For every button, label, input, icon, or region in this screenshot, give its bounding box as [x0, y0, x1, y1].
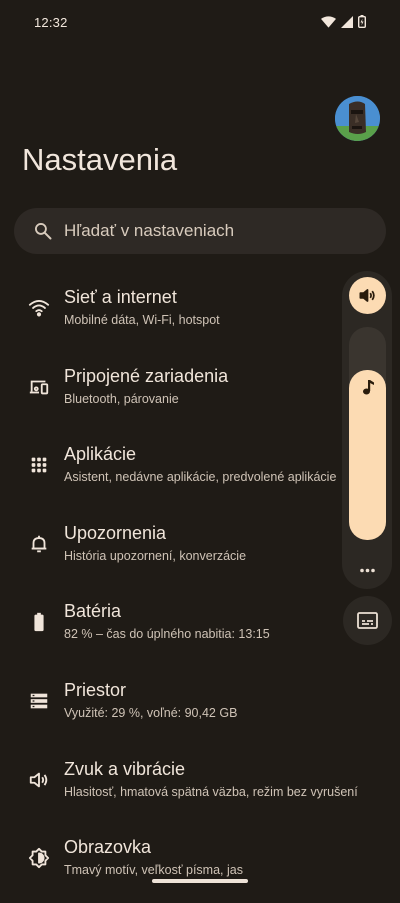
connected-devices-icon [28, 376, 50, 398]
gesture-nav-handle[interactable] [152, 879, 248, 883]
battery-icon [358, 15, 366, 28]
settings-item-subtitle: Asistent, nedávne aplikácie, predvolené … [64, 470, 337, 484]
speaker-icon [358, 286, 377, 310]
settings-item-title: Batéria [64, 601, 122, 621]
battery-icon [28, 611, 50, 633]
search-placeholder: Hľadať v nastaveniach [64, 221, 235, 240]
settings-item-display[interactable]: Obrazovka Tmavý motív, veľkosť písma, ja… [0, 825, 400, 903]
settings-item-battery[interactable]: Batéria 82 % – čas do úplného nabitia: 1… [0, 589, 400, 667]
settings-item-subtitle: Využité: 29 %, voľné: 90,42 GB [64, 706, 238, 720]
settings-item-title: Zvuk a vibrácie [64, 759, 186, 779]
search-bar[interactable]: Hľadať v nastaveniach [14, 208, 386, 254]
storage-icon [28, 690, 50, 712]
wifi-icon [321, 15, 336, 28]
settings-item-subtitle: Hlasitosť, hmatová spätná väzba, režim b… [64, 785, 358, 799]
settings-item-subtitle: História upozornení, konverzácie [64, 549, 247, 563]
status-time: 12:32 [34, 15, 68, 30]
settings-item-notifications[interactable]: Upozornenia História upozornení, konverz… [0, 511, 400, 589]
volume-stream-button[interactable] [349, 277, 386, 314]
settings-item-subtitle: Tmavý motív, veľkosť písma, jas [64, 863, 243, 877]
settings-item-title: Upozornenia [64, 523, 167, 543]
settings-item-subtitle: 82 % – čas do úplného nabitia: 13:15 [64, 627, 270, 641]
settings-item-subtitle: Mobilné dáta, Wi‑Fi, hotspot [64, 313, 220, 327]
settings-item-title: Priestor [64, 680, 127, 700]
apps-grid-icon [28, 454, 50, 476]
speaker-icon [28, 769, 50, 791]
settings-item-subtitle: Bluetooth, párovanie [64, 392, 179, 406]
settings-item-connected-devices[interactable]: Pripojené zariadenia Bluetooth, párovani… [0, 354, 400, 432]
media-volume-fill[interactable] [349, 370, 386, 540]
status-bar: 12:32 [0, 0, 400, 44]
settings-item-title: Pripojené zariadenia [64, 366, 229, 386]
brightness-icon [28, 847, 50, 869]
more-horiz-icon [360, 560, 375, 578]
settings-item-sound[interactable]: Zvuk a vibrácie Hlasitosť, hmatová spätn… [0, 747, 400, 825]
settings-item-title: Obrazovka [64, 837, 152, 857]
settings-item-storage[interactable]: Priestor Využité: 29 %, voľné: 90,42 GB [0, 668, 400, 746]
settings-item-title: Sieť a internet [64, 287, 177, 307]
bell-icon [28, 533, 50, 555]
live-caption-icon [357, 611, 378, 635]
cellular-signal-icon [341, 15, 353, 28]
search-icon [33, 221, 53, 246]
wifi-icon [28, 297, 50, 319]
settings-item-network[interactable]: Sieť a internet Mobilné dáta, Wi‑Fi, hot… [0, 275, 400, 353]
music-note-icon [360, 379, 375, 401]
status-icons [321, 15, 366, 28]
volume-more-button[interactable] [352, 550, 383, 576]
settings-item-apps[interactable]: Aplikácie Asistent, nedávne aplikácie, p… [0, 432, 400, 510]
settings-item-title: Aplikácie [64, 444, 137, 464]
live-caption-button[interactable] [343, 596, 392, 645]
page-title: Nastavenia [22, 142, 178, 177]
avatar[interactable] [335, 96, 380, 141]
